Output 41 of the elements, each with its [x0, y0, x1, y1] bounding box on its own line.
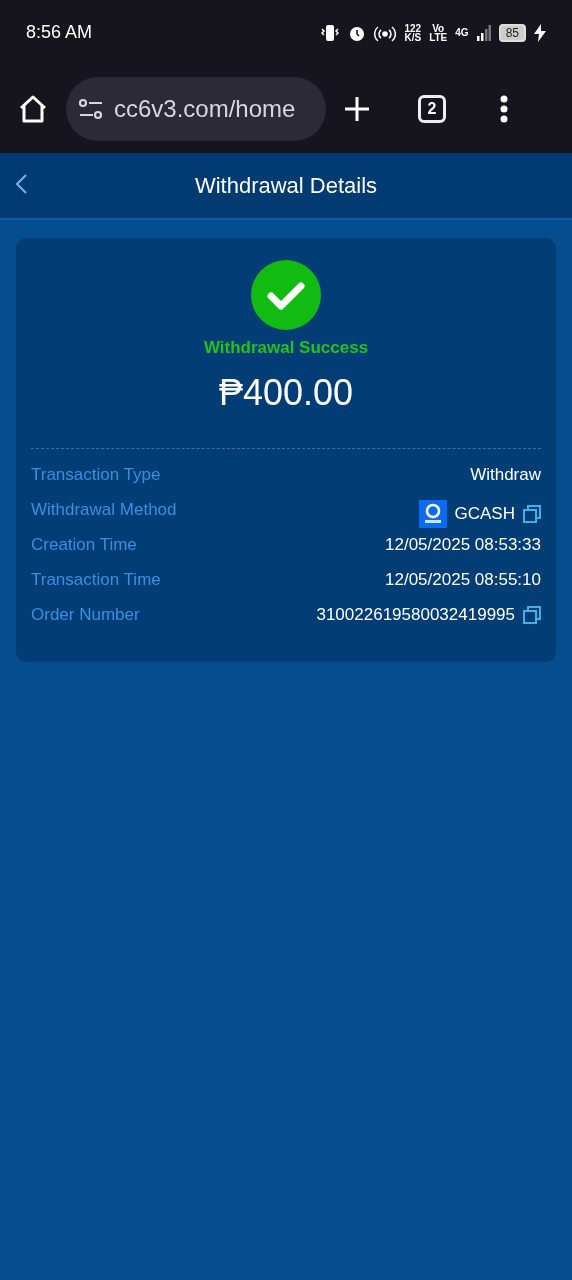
network-speed: 122 [404, 23, 422, 33]
copy-icon [523, 505, 541, 523]
detail-value: 310022619580032419995 [316, 605, 515, 625]
home-button[interactable] [18, 94, 48, 124]
charging-icon [534, 23, 546, 42]
signal-icon [476, 24, 491, 41]
speed-unit: K/S [404, 32, 422, 42]
hotspot-icon [374, 23, 397, 42]
page-title: Withdrawal Details [194, 172, 378, 199]
back-icon [14, 173, 28, 195]
detail-label: Withdrawal Method [31, 500, 177, 520]
home-icon [18, 94, 48, 124]
address-bar[interactable]: cc6v3.com/home [66, 77, 326, 141]
menu-button[interactable] [500, 95, 508, 123]
new-tab-button[interactable] [344, 96, 370, 122]
amount: ₱400.00 [218, 372, 354, 414]
tab-count-button[interactable]: 2 [418, 95, 446, 123]
detail-label: Order Number [31, 605, 140, 625]
detail-value: 12/05/2025 08:55:10 [385, 570, 541, 590]
back-button[interactable] [14, 173, 28, 195]
site-settings-icon [78, 98, 104, 120]
plus-icon [344, 96, 370, 122]
lte-label: LTE [429, 32, 448, 42]
vibrate-icon [320, 23, 341, 42]
wallet-logo-icon [418, 500, 447, 528]
copy-icon [523, 606, 541, 624]
detail-value: 12/05/2025 08:53:33 [385, 535, 541, 555]
status-text: Withdrawal Success [203, 338, 369, 358]
status-time: 8:56 AM [26, 22, 93, 43]
network-type: 4G [455, 27, 469, 38]
volte-label: Vo [432, 23, 445, 33]
detail-label: Transaction Time [31, 570, 161, 590]
detail-label: Transaction Type [31, 465, 161, 485]
more-icon [500, 95, 508, 123]
success-check-icon [251, 260, 321, 330]
detail-label: Creation Time [31, 535, 137, 555]
copy-button[interactable] [523, 606, 541, 624]
detail-value: GCASH [454, 504, 515, 524]
detail-value: Withdraw [470, 465, 541, 485]
battery-level: 85 [498, 23, 526, 42]
copy-button[interactable] [523, 505, 541, 523]
